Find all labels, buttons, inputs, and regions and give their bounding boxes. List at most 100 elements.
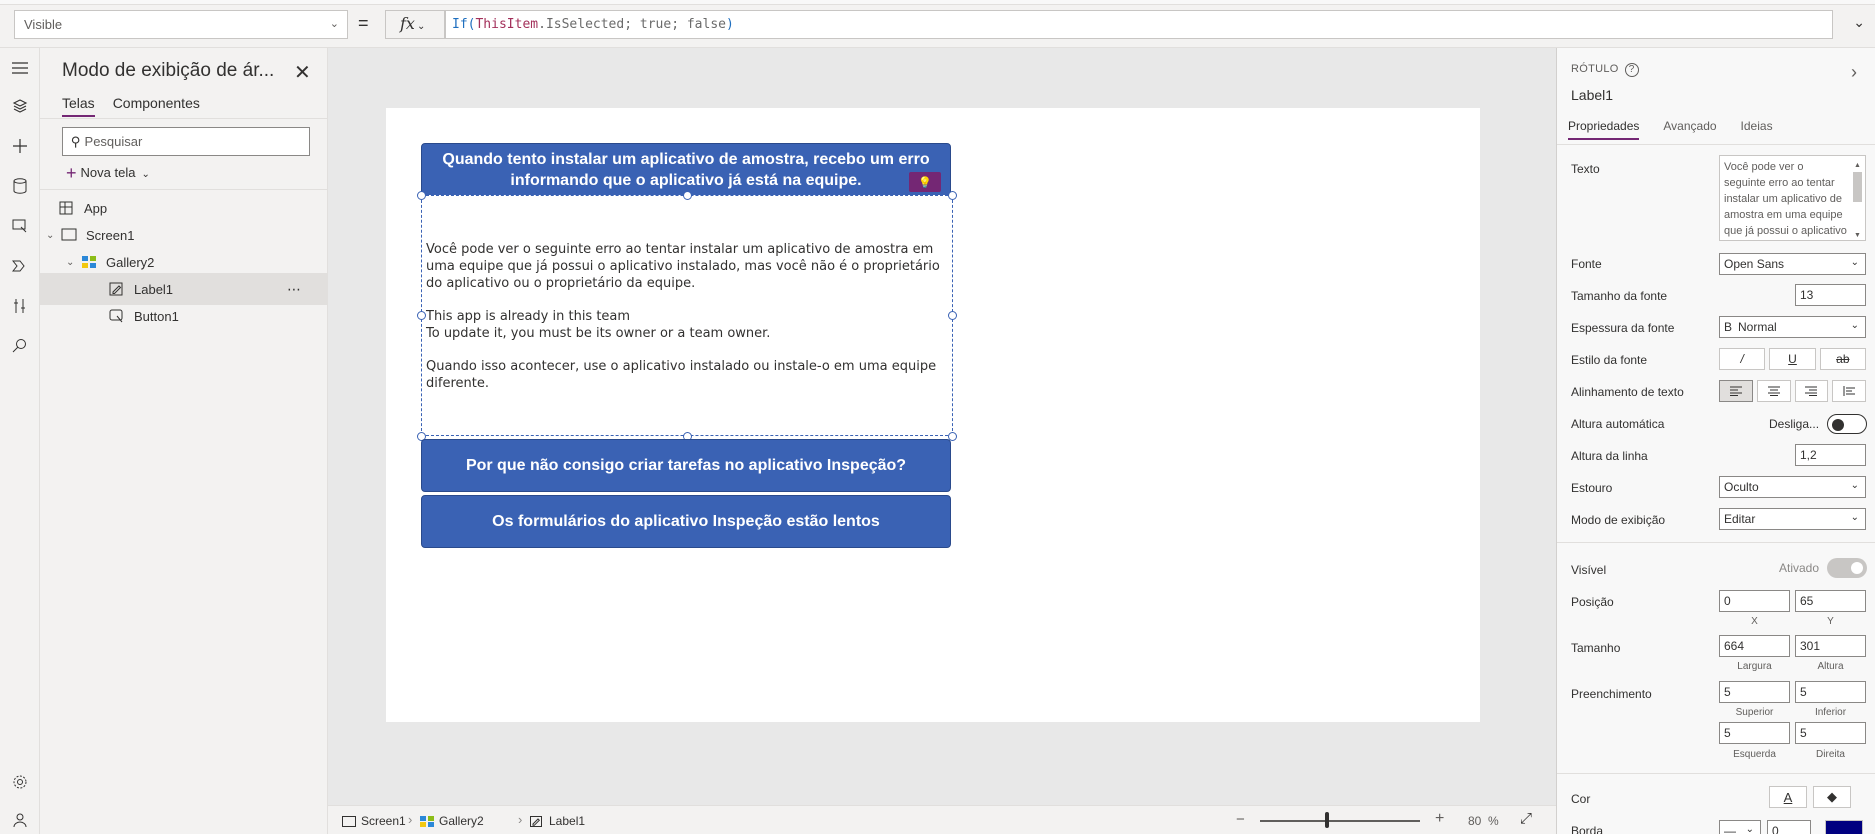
underline-button[interactable]: U (1769, 348, 1816, 370)
font-weight-value: Normal (1738, 320, 1777, 334)
align-left-icon (1729, 386, 1742, 396)
textarea-scrollbar[interactable]: ▲ ▼ (1851, 158, 1864, 239)
text-align-label: Alinhamento de texto (1571, 385, 1684, 399)
resize-handle-nw[interactable] (417, 191, 426, 200)
tree-view-icon[interactable] (10, 96, 30, 116)
search-input[interactable]: ⚲ Pesquisar (62, 127, 310, 156)
italic-icon: / (1740, 352, 1744, 366)
search-icon[interactable] (10, 336, 30, 356)
font-color-icon: A (1783, 789, 1793, 805)
zoom-out-button[interactable]: − (1236, 811, 1245, 828)
lightbulb-icon[interactable]: 💡 (909, 172, 941, 192)
divider (1557, 773, 1875, 774)
divider (40, 118, 328, 119)
align-left-button[interactable] (1719, 380, 1753, 402)
resize-handle-n[interactable] (683, 191, 692, 200)
formula-func: If( (452, 17, 476, 32)
chevron-right-icon[interactable]: › (1851, 62, 1857, 83)
font-weight-dropdown[interactable]: B Normal ⌄ (1719, 316, 1866, 338)
chevron-down-icon: ⌄ (1850, 512, 1859, 523)
display-mode-value: Editar (1724, 512, 1756, 526)
zoom-slider[interactable] (1260, 820, 1420, 822)
hamburger-menu-icon[interactable] (10, 58, 30, 78)
padding-label: Preenchimento (1571, 687, 1652, 701)
tab-properties[interactable]: Propriedades (1568, 119, 1640, 140)
font-dropdown[interactable]: Open Sans ⌄ (1719, 253, 1866, 275)
line-height-label: Altura da linha (1571, 449, 1648, 463)
fit-to-window-icon[interactable]: ⤢ (1520, 810, 1532, 827)
more-options-icon[interactable]: ⋯ (287, 281, 302, 298)
search-placeholder: Pesquisar (84, 134, 143, 149)
align-center-button[interactable] (1756, 380, 1791, 402)
breadcrumb-gallery2[interactable]: Gallery2 (420, 814, 484, 828)
media-icon[interactable] (10, 216, 30, 236)
property-dropdown[interactable]: Visible ⌄ (14, 10, 348, 39)
tab-screens[interactable]: Telas (62, 95, 95, 117)
auto-height-toggle[interactable] (1827, 414, 1867, 434)
breadcrumb-screen1[interactable]: Screen1 (342, 814, 406, 828)
auto-height-state: Desliga... (1769, 417, 1820, 431)
expand-formula-icon[interactable]: ⌄ (1853, 14, 1865, 31)
equals-sign: = (358, 13, 369, 33)
new-screen-button[interactable]: + Nova tela ⌄ (66, 163, 150, 184)
padding-top-input[interactable]: 5 (1719, 681, 1790, 703)
width-input[interactable]: 664 (1719, 635, 1790, 657)
insert-plus-icon[interactable] (10, 136, 30, 156)
breadcrumb-label1[interactable]: Label1 (530, 814, 585, 828)
zoom-slider-thumb[interactable] (1325, 812, 1330, 828)
fill-color-button[interactable]: ◆ (1813, 786, 1851, 808)
paint-bucket-icon: ◆ (1827, 789, 1837, 804)
formula-input[interactable]: If(ThisItem.IsSelected; true; false) (445, 10, 1833, 39)
control-name[interactable]: Label1 (1571, 87, 1613, 103)
close-icon[interactable]: ✕ (294, 60, 311, 85)
visible-toggle[interactable] (1827, 558, 1867, 578)
tab-ideas[interactable]: Ideias (1741, 119, 1773, 140)
chevron-down-icon[interactable]: ⌄ (46, 230, 60, 241)
resize-handle-ne[interactable] (948, 191, 957, 200)
bottom-bar: Screen1 › Gallery2 › Label1 − + 80 % ⤢ (328, 805, 1556, 834)
chevron-down-icon[interactable]: ⌄ (66, 257, 80, 268)
border-style-dropdown[interactable]: — ⌄ (1719, 820, 1761, 834)
resize-handle-w[interactable] (417, 311, 426, 320)
data-cylinder-icon[interactable] (10, 176, 30, 196)
strikethrough-button[interactable]: ab (1819, 348, 1866, 370)
advanced-tools-icon[interactable] (10, 296, 30, 316)
font-size-input[interactable]: 13 (1795, 284, 1866, 306)
align-justify-button[interactable] (1832, 380, 1866, 402)
position-x-input[interactable]: 0 (1719, 590, 1790, 612)
virtual-agent-icon[interactable] (10, 810, 30, 830)
power-automate-icon[interactable] (10, 256, 30, 276)
display-mode-dropdown[interactable]: Editar ⌄ (1719, 508, 1866, 530)
chevron-down-icon: ⌄ (416, 21, 426, 32)
padding-bottom-input[interactable]: 5 (1795, 681, 1866, 703)
text-color-button[interactable]: A (1769, 786, 1807, 808)
zoom-in-button[interactable]: + (1435, 810, 1444, 828)
settings-gear-icon[interactable] (10, 772, 30, 792)
gallery-button-3[interactable]: Os formulários do aplicativo Inspeção es… (421, 495, 951, 548)
gallery-button-1[interactable]: Quando tento instalar um aplicativo de a… (421, 143, 951, 196)
font-value: Open Sans (1724, 257, 1785, 271)
tree-item-button1[interactable]: Button1 (40, 300, 328, 332)
padding-left-input[interactable]: 5 (1719, 722, 1790, 744)
resize-handle-e[interactable] (948, 311, 957, 320)
padding-right-input[interactable]: 5 (1795, 722, 1866, 744)
align-right-button[interactable] (1794, 380, 1829, 402)
border-color-swatch[interactable] (1825, 820, 1863, 834)
overflow-dropdown[interactable]: Oculto ⌄ (1719, 476, 1866, 498)
tree-item-label: Button1 (134, 308, 179, 324)
help-icon[interactable]: ? (1624, 63, 1639, 77)
size-label: Tamanho (1571, 641, 1621, 655)
position-y-caption: Y (1827, 616, 1834, 627)
height-input[interactable]: 301 (1795, 635, 1866, 657)
position-y-input[interactable]: 65 (1795, 590, 1866, 612)
gallery-button-2[interactable]: Por que não consigo criar tarefas no apl… (421, 439, 951, 492)
text-textarea[interactable]: Você pode ver o seguinte erro ao tentar … (1719, 155, 1866, 241)
visible-label: Visível (1571, 563, 1607, 577)
fx-button[interactable]: fx ⌄ (385, 10, 445, 39)
italic-button[interactable]: / (1719, 348, 1766, 370)
tab-components[interactable]: Componentes (113, 95, 200, 117)
tab-advanced[interactable]: Avançado (1663, 119, 1716, 140)
border-width-input[interactable]: 0 (1767, 820, 1811, 834)
line-height-input[interactable]: 1,2 (1795, 444, 1866, 466)
font-style-group: / U ab (1719, 348, 1866, 370)
